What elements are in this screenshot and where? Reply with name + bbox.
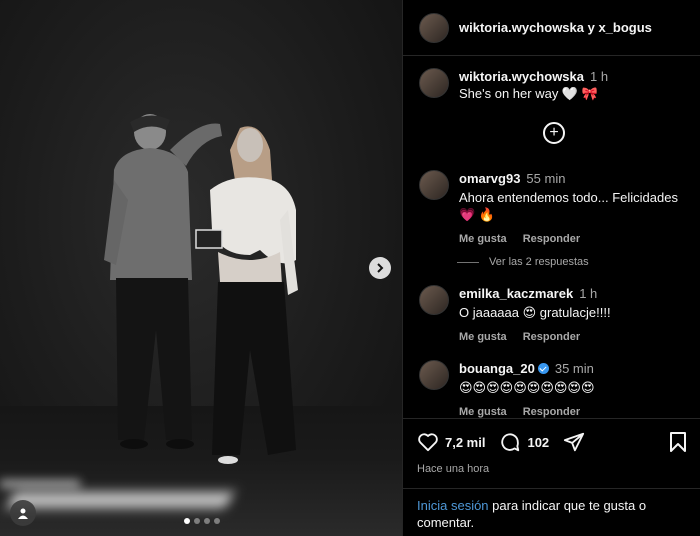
- login-prompt: Inicia sesión para indicar que te gusta …: [403, 488, 700, 536]
- couple-photo: [104, 114, 298, 464]
- caption-text: She's on her way 🤍 🎀: [459, 86, 598, 101]
- post-time: Hace una hora: [417, 463, 490, 475]
- comments-count[interactable]: 102: [527, 435, 549, 450]
- comment-username[interactable]: bouanga_20: [459, 361, 535, 376]
- comment-actions: Me gusta Responder: [459, 329, 611, 346]
- tagged-users-button[interactable]: [10, 500, 36, 526]
- comment-actions: Me gusta Responder: [459, 231, 689, 248]
- next-image-button[interactable]: [369, 257, 391, 279]
- comment-icon[interactable]: [499, 431, 521, 453]
- comment-time: 1 h: [579, 286, 598, 301]
- comment-item: emilka_kaczmarek 1 h O jaaaaaa 😍 gratulac…: [419, 285, 689, 346]
- view-replies-label: Ver las 2 respuestas: [489, 256, 589, 268]
- share-icon[interactable]: [563, 431, 585, 453]
- carousel-dot: [194, 518, 200, 524]
- carousel-dot: [184, 518, 190, 524]
- likes-count[interactable]: 7,2 mil: [445, 435, 485, 450]
- comment-text: 😍😍😍😍😍😍😍😍😍😍: [459, 380, 595, 395]
- comment-reply-button[interactable]: Responder: [523, 231, 580, 248]
- login-link[interactable]: Inicia sesión: [417, 498, 489, 513]
- plus-circle-icon: +: [549, 124, 559, 141]
- chevron-right-icon: [377, 263, 384, 273]
- caption-body: wiktoria.wychowska 1 h She's on her way 🤍…: [459, 68, 608, 102]
- heart-icon[interactable]: [417, 432, 439, 452]
- light-streak: [0, 480, 80, 488]
- action-bar: 7,2 mil 102: [417, 431, 687, 453]
- comment-body: omarvg93 55 min Ahora entendemos todo... …: [459, 170, 689, 248]
- post-actions: 7,2 mil 102 Hace una hora: [403, 418, 700, 475]
- avatar[interactable]: [419, 360, 449, 390]
- comment-item: bouanga_20 35 min 😍😍😍😍😍😍😍😍😍😍 Me gusta Res…: [419, 360, 689, 421]
- comment-item: omarvg93 55 min Ahora entendemos todo... …: [419, 170, 689, 248]
- light-streak: [7, 492, 233, 508]
- carousel-indicator: [184, 518, 220, 524]
- avatar[interactable]: [419, 12, 449, 43]
- comment-like-button[interactable]: Me gusta: [459, 231, 507, 248]
- post-caption: wiktoria.wychowska 1 h She's on her way 🤍…: [403, 56, 700, 102]
- comment-body: bouanga_20 35 min 😍😍😍😍😍😍😍😍😍😍 Me gusta Res…: [459, 360, 595, 421]
- avatar[interactable]: [419, 285, 449, 315]
- comment-time: 35 min: [554, 361, 594, 376]
- carousel-dot: [214, 518, 220, 524]
- view-replies-button[interactable]: Ver las 2 respuestas: [457, 256, 589, 268]
- comment-text: O jaaaaaa 😍 gratulacje!!!!: [459, 305, 611, 320]
- caption-time: 1 h: [590, 69, 609, 84]
- verified-badge-icon: [537, 363, 549, 374]
- post-authors[interactable]: wiktoria.wychowska y x_bogus: [459, 20, 652, 35]
- user-tag-icon: [18, 508, 28, 519]
- avatar[interactable]: [419, 170, 449, 200]
- load-more-comments-button[interactable]: +: [543, 122, 565, 144]
- avatar[interactable]: [419, 68, 449, 98]
- comment-username[interactable]: emilka_kaczmarek: [459, 286, 573, 301]
- comment-time: 55 min: [526, 171, 566, 186]
- post-image[interactable]: [0, 0, 402, 536]
- caption-username[interactable]: wiktoria.wychowska: [459, 69, 584, 84]
- carousel-dot: [204, 518, 210, 524]
- bookmark-icon[interactable]: [669, 431, 687, 453]
- post-header: wiktoria.wychowska y x_bogus: [403, 0, 700, 56]
- post-sidebar: wiktoria.wychowska y x_bogus wiktoria.wy…: [402, 0, 700, 536]
- comment-username[interactable]: omarvg93: [459, 171, 520, 186]
- comment-reply-button[interactable]: Responder: [523, 329, 580, 346]
- comment-body: emilka_kaczmarek 1 h O jaaaaaa 😍 gratulac…: [459, 285, 611, 346]
- comment-like-button[interactable]: Me gusta: [459, 329, 507, 346]
- divider: [457, 261, 479, 263]
- comment-text: Ahora entendemos todo... Felicidades 💗 🔥: [459, 190, 678, 222]
